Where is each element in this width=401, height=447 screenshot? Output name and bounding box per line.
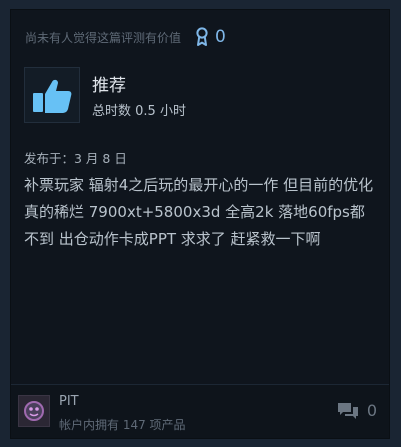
recommendation-title: 推荐	[92, 76, 126, 96]
thumbs-up-box	[24, 67, 80, 123]
award-button[interactable]: 0	[195, 26, 226, 48]
helpful-text: 尚未有人觉得这篇评测有价值	[25, 30, 182, 45]
avatar-image	[24, 401, 44, 421]
comment-count: 0	[366, 401, 377, 420]
comment-icon	[337, 402, 359, 420]
comments-button[interactable]: 0	[337, 401, 377, 420]
review-footer: PIT 帐户内拥有 147 项产品 0	[11, 384, 389, 438]
award-count: 0	[215, 27, 226, 47]
review-content: 补票玩家 辐射4之后玩的最开心的一作 但目前的优化真的稀烂 7900xt+580…	[24, 176, 374, 248]
recommendation-header: 推荐 总时数 0.5 小时	[24, 67, 364, 123]
helpful-row: 尚未有人觉得这篇评测有价值 0	[25, 26, 375, 48]
avatar[interactable]	[18, 395, 50, 427]
author-products: 帐户内拥有 147 项产品	[59, 418, 186, 432]
posted-date: 发布于：3 月 8 日	[24, 151, 127, 166]
award-icon	[195, 27, 209, 47]
review-card: 尚未有人觉得这篇评测有价值 0 推荐 总时数 0.5 小时 发布于：3 月 8 …	[10, 9, 390, 439]
hours-on-record: 总时数 0.5 小时	[92, 104, 186, 119]
author-name[interactable]: PIT	[59, 394, 79, 409]
